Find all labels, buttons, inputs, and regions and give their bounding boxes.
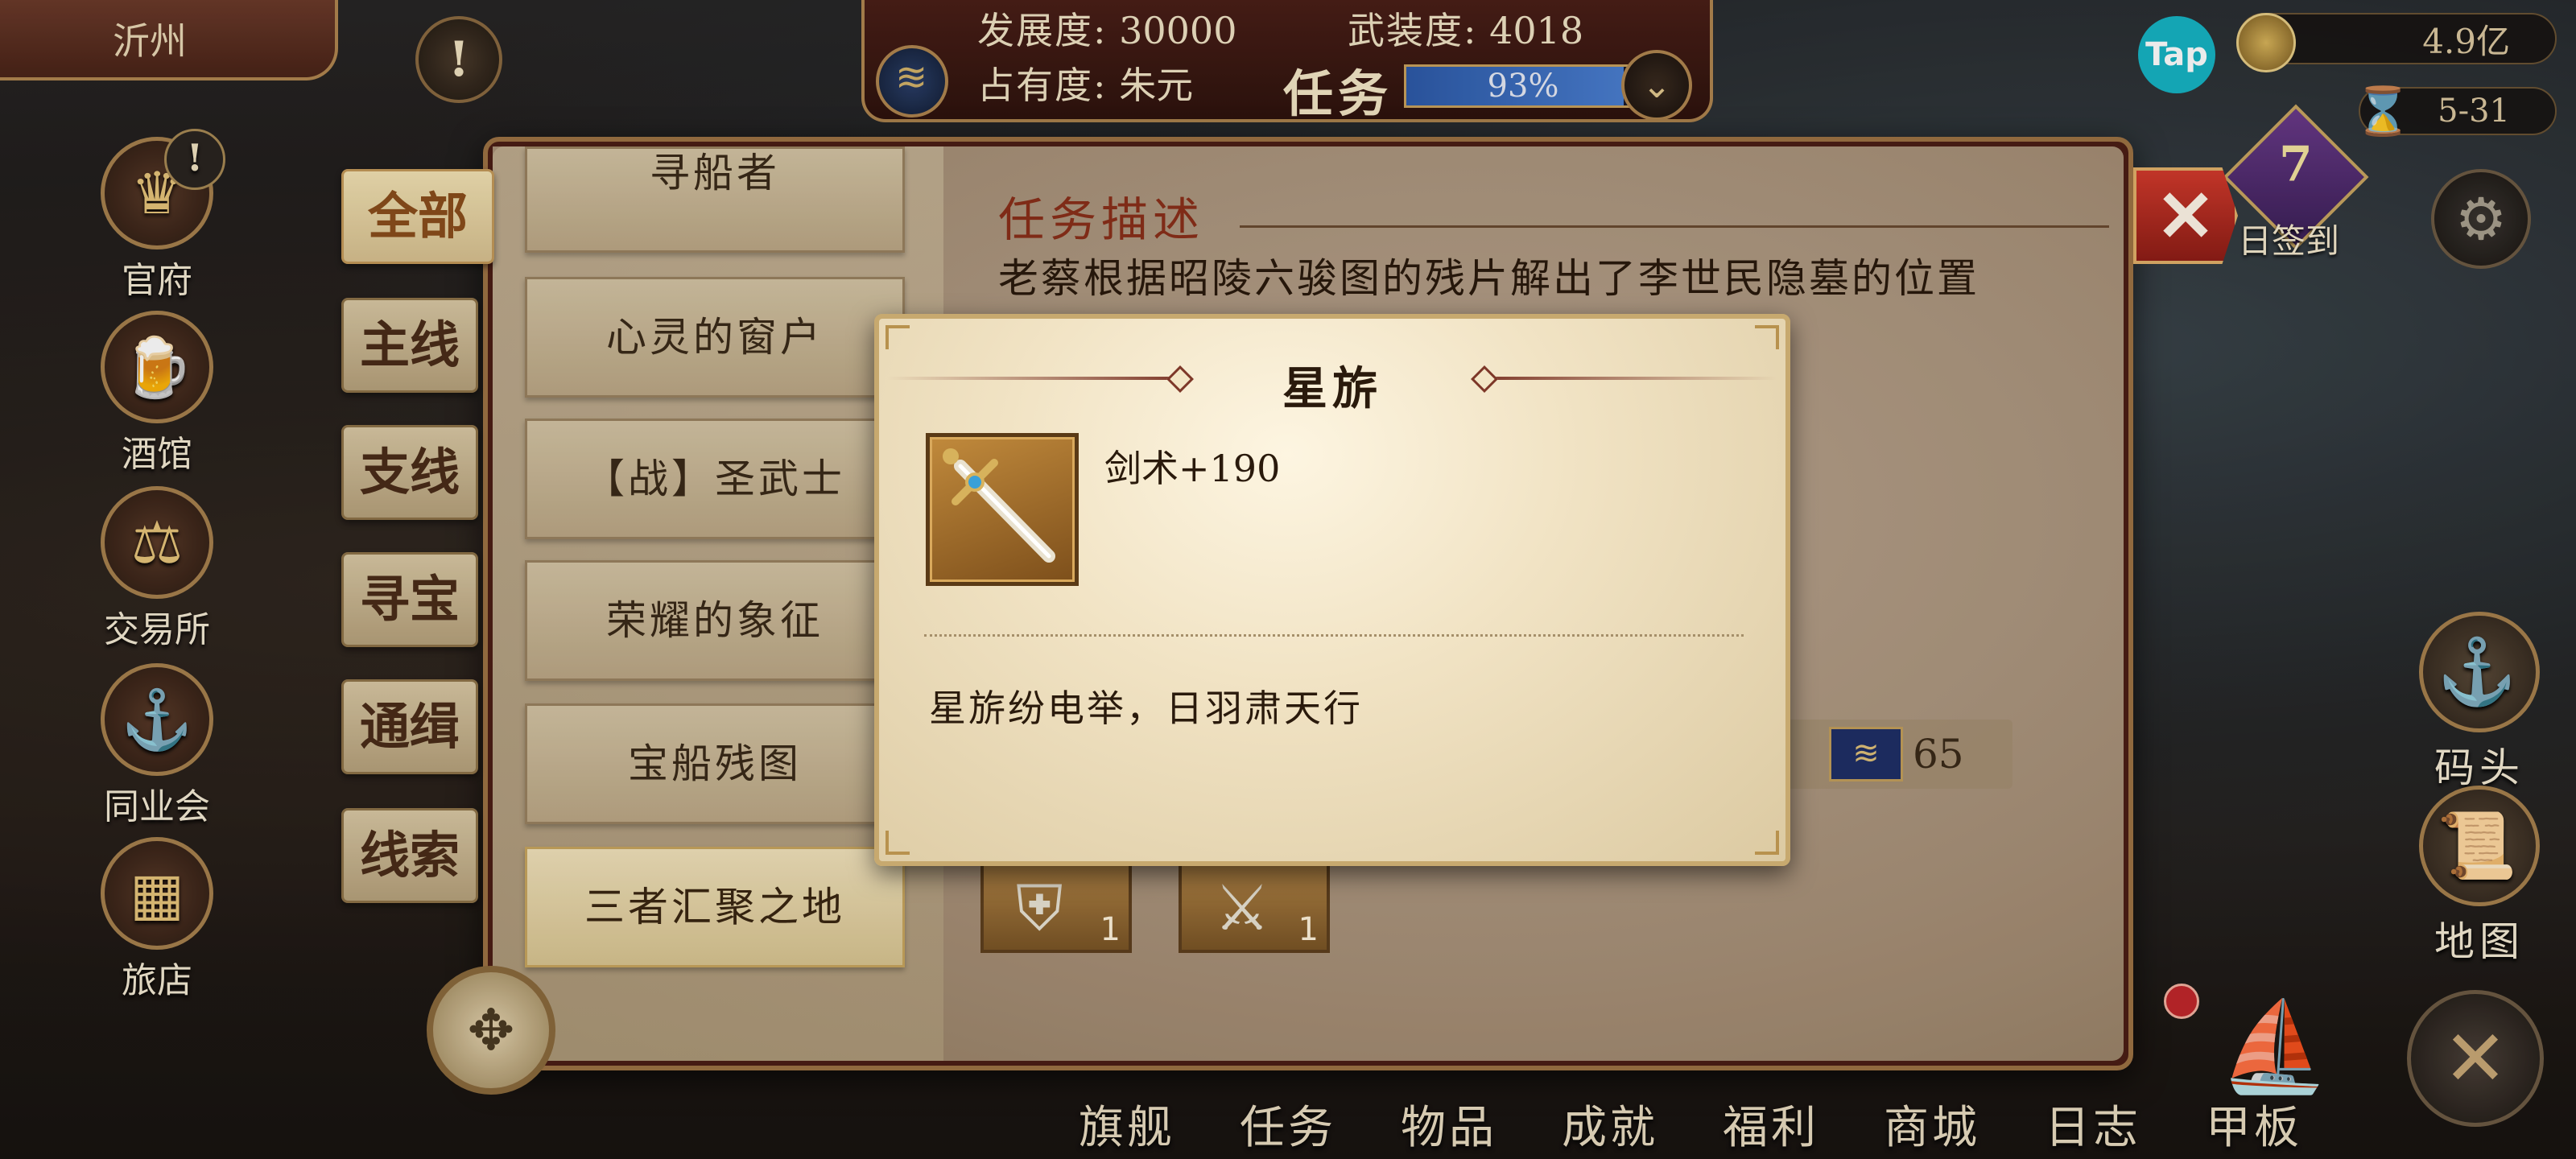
popup-corner-ornament — [1755, 325, 1779, 349]
ornate-sword-icon — [926, 433, 1079, 586]
item-name: 星旂 — [1282, 362, 1382, 415]
item-flavor-text: 星旂纷电举，日羽肃天行 — [929, 687, 1363, 730]
popup-corner-ornament — [886, 831, 910, 855]
popup-corner-ornament — [886, 325, 910, 349]
popup-divider — [924, 634, 1744, 637]
item-detail-popup: 星旂 剑术+190 星旂纷电举，日羽肃天行 — [874, 314, 1790, 866]
item-stat: 剑术+190 — [1104, 447, 1281, 490]
popup-corner-ornament — [1755, 831, 1779, 855]
